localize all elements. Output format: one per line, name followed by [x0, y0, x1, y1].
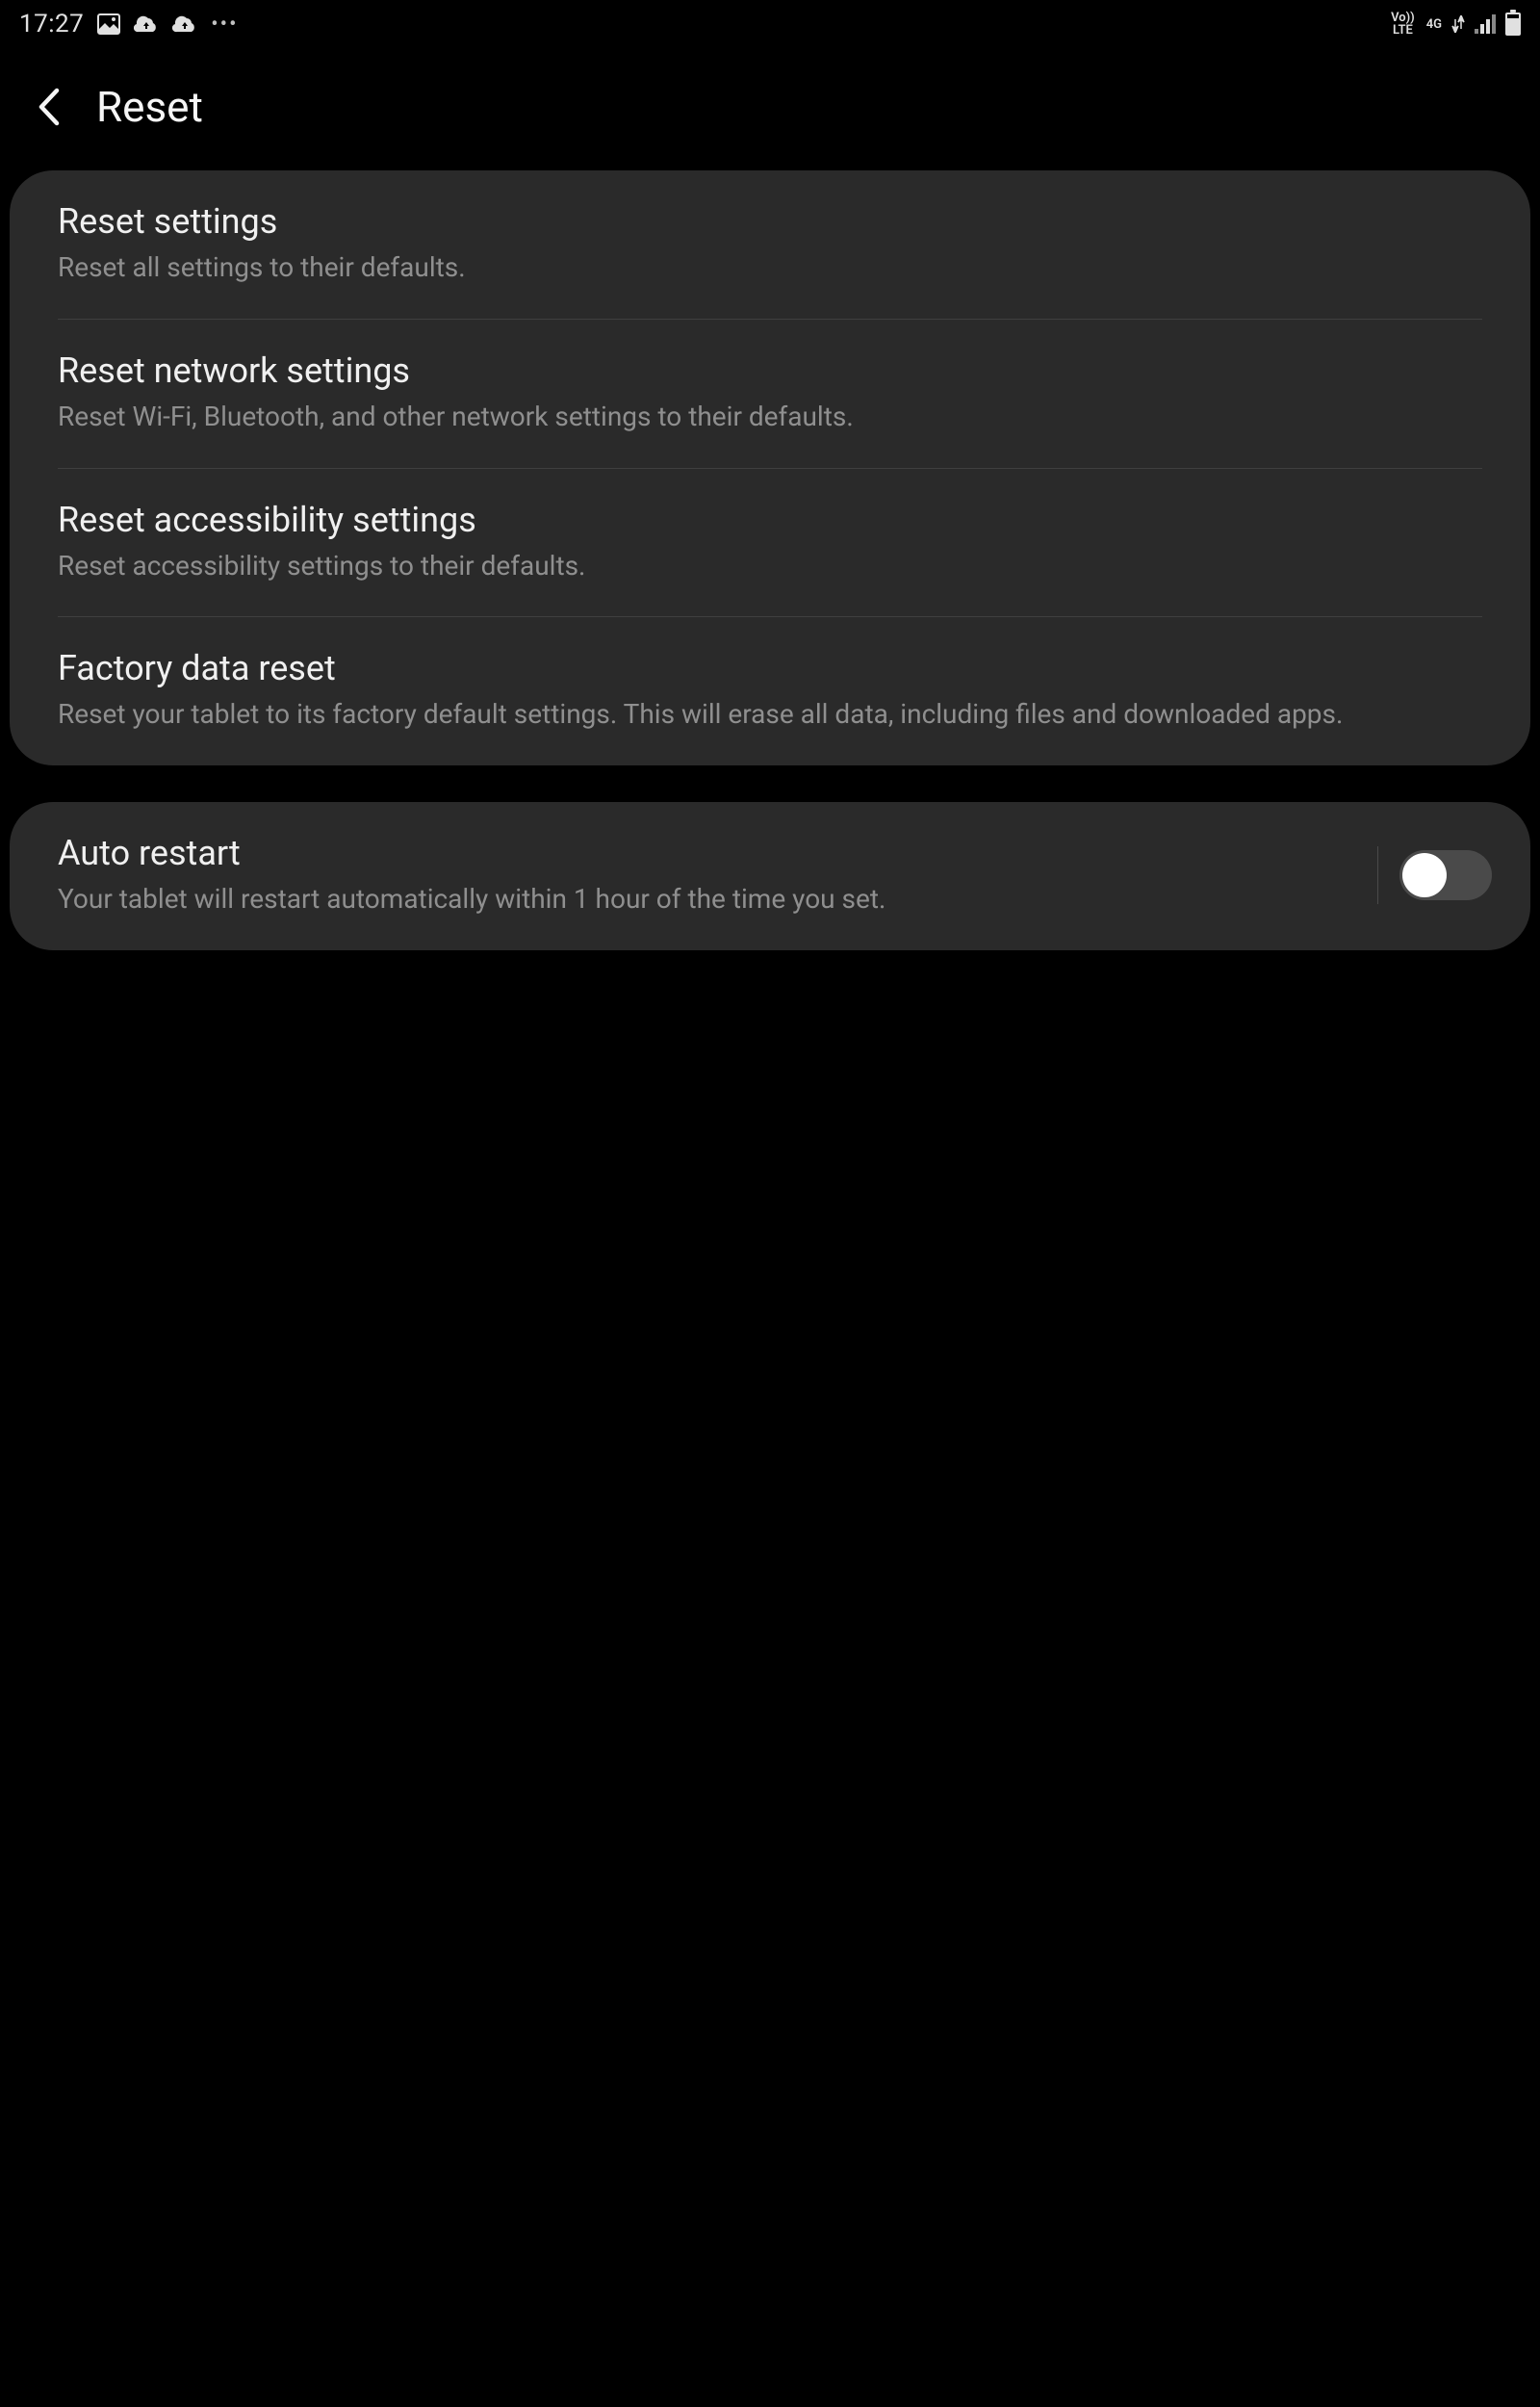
network-indicator: 4G: [1426, 18, 1442, 31]
auto-restart-toggle[interactable]: [1399, 850, 1492, 900]
status-right: Vo)) LTE 4G: [1391, 12, 1521, 37]
reset-settings-item[interactable]: Reset settings Reset all settings to the…: [10, 170, 1530, 319]
status-time: 17:27: [19, 10, 84, 39]
reset-options-card: Reset settings Reset all settings to the…: [10, 170, 1530, 765]
status-bar: 17:27 ••• Vo)) LTE 4G: [0, 0, 1540, 48]
reset-accessibility-settings-item[interactable]: Reset accessibility settings Reset acces…: [10, 469, 1530, 617]
item-title: Auto restart: [58, 833, 1348, 873]
item-subtitle: Reset your tablet to its factory default…: [58, 696, 1482, 733]
factory-data-reset-item[interactable]: Factory data reset Reset your tablet to …: [10, 617, 1530, 765]
more-icon: •••: [211, 13, 238, 37]
item-title: Reset accessibility settings: [58, 500, 1482, 540]
signal-icon: [1475, 14, 1496, 34]
item-title: Factory data reset: [58, 648, 1482, 688]
back-button[interactable]: [29, 88, 67, 126]
picture-icon: [97, 13, 120, 35]
volte-indicator: Vo)) LTE: [1391, 12, 1415, 37]
chevron-left-icon: [36, 87, 61, 127]
header: Reset: [0, 48, 1540, 170]
cloud-icon-2: [172, 14, 197, 34]
toggle-text: Auto restart Your tablet will restart au…: [58, 833, 1377, 918]
status-left: 17:27 •••: [19, 10, 239, 39]
toggle-divider: [1377, 846, 1378, 904]
item-title: Reset settings: [58, 201, 1482, 242]
toggle-knob: [1402, 853, 1447, 897]
data-arrows-icon: [1451, 15, 1465, 33]
auto-restart-card: Auto restart Your tablet will restart au…: [10, 802, 1530, 950]
item-subtitle: Reset accessibility settings to their de…: [58, 548, 1482, 584]
cloud-icon: [134, 14, 159, 34]
auto-restart-item[interactable]: Auto restart Your tablet will restart au…: [10, 802, 1530, 950]
item-title: Reset network settings: [58, 350, 1482, 391]
item-subtitle: Your tablet will restart automatically w…: [58, 881, 1348, 918]
battery-icon: [1505, 13, 1521, 36]
reset-network-settings-item[interactable]: Reset network settings Reset Wi-Fi, Blue…: [10, 320, 1530, 468]
page-title: Reset: [96, 82, 203, 132]
item-subtitle: Reset Wi-Fi, Bluetooth, and other networ…: [58, 399, 1482, 435]
item-subtitle: Reset all settings to their defaults.: [58, 249, 1482, 286]
